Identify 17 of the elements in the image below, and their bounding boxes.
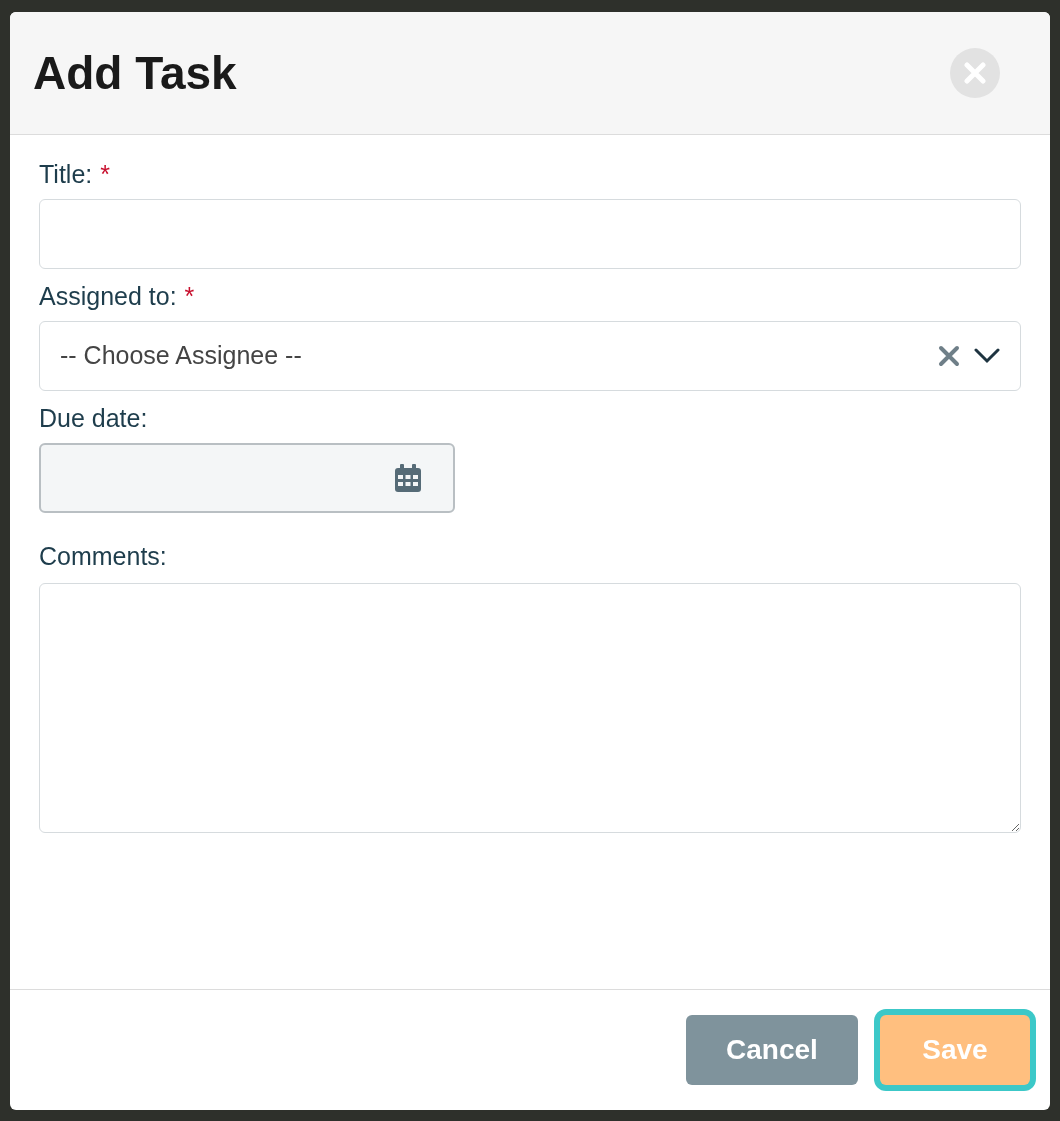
clear-icon[interactable]	[938, 345, 960, 367]
field-label: Comments:	[39, 541, 167, 571]
date-field[interactable]	[39, 443, 455, 513]
dialog-title: Add Task	[33, 45, 237, 101]
cancel-button[interactable]: Cancel	[686, 1015, 858, 1085]
close-button[interactable]	[950, 48, 1000, 98]
field-label: Assigned to:	[39, 281, 177, 311]
field-label: Title:	[39, 159, 93, 189]
required-mark: *	[184, 281, 195, 311]
title-field[interactable]	[39, 199, 1021, 269]
assignee-select[interactable]: -- Choose Assignee --	[39, 321, 1021, 391]
comments-field[interactable]	[39, 583, 1021, 833]
close-icon	[964, 62, 986, 84]
chevron-down-icon[interactable]	[974, 348, 1000, 364]
required-mark: *	[100, 159, 110, 189]
field-label: Due date:	[39, 403, 148, 433]
calendar-icon[interactable]	[395, 464, 421, 492]
